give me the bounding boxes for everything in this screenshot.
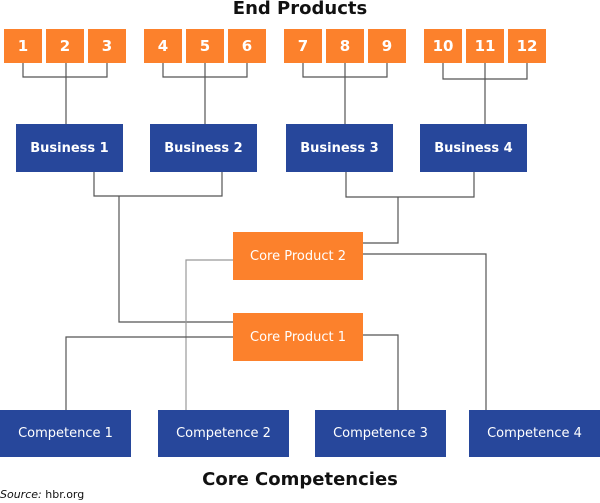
competence-box-2: Competence 2 bbox=[158, 410, 289, 457]
competence-box-4: Competence 4 bbox=[469, 410, 600, 457]
core-product-box-1: Core Product 1 bbox=[233, 313, 363, 361]
source-note: Source: hbr.org bbox=[0, 488, 84, 501]
end-product-box: 5 bbox=[186, 29, 224, 63]
end-product-box: 2 bbox=[46, 29, 84, 63]
connector-products-business-3 bbox=[302, 63, 388, 124]
business-box-2: Business 2 bbox=[150, 124, 257, 172]
end-product-box: 11 bbox=[466, 29, 504, 63]
connector-products-business-2 bbox=[162, 63, 248, 124]
end-product-box: 10 bbox=[424, 29, 462, 63]
business-box-3: Business 3 bbox=[286, 124, 393, 172]
end-product-box: 12 bbox=[508, 29, 546, 63]
core-competencies-title: Core Competencies bbox=[202, 469, 398, 490]
business-box-4: Business 4 bbox=[420, 124, 527, 172]
competence-box-1: Competence 1 bbox=[0, 410, 131, 457]
source-value: hbr.org bbox=[45, 488, 85, 501]
end-product-box: 3 bbox=[88, 29, 126, 63]
end-product-box: 7 bbox=[284, 29, 322, 63]
connector-products-business-1 bbox=[22, 63, 108, 124]
connector-core-product-2-competence-2 bbox=[185, 259, 233, 410]
connector-products-business-4 bbox=[442, 63, 528, 124]
source-label: Source: bbox=[0, 488, 42, 501]
connector-business-core-product-1 bbox=[93, 172, 233, 323]
competence-box-3: Competence 3 bbox=[315, 410, 446, 457]
end-product-box: 8 bbox=[326, 29, 364, 63]
business-box-1: Business 1 bbox=[16, 124, 123, 172]
connector-business-core-product-2 bbox=[345, 172, 475, 244]
end-product-box: 4 bbox=[144, 29, 182, 63]
core-product-box-2: Core Product 2 bbox=[233, 232, 363, 280]
end-product-box: 6 bbox=[228, 29, 266, 63]
end-product-box: 9 bbox=[368, 29, 406, 63]
connector-core-product-2-competence-4 bbox=[363, 253, 487, 410]
end-product-box: 1 bbox=[4, 29, 42, 63]
connector-core-product-1-competence-3 bbox=[363, 334, 399, 410]
connector-core-product-1-competence-1 bbox=[65, 336, 233, 410]
